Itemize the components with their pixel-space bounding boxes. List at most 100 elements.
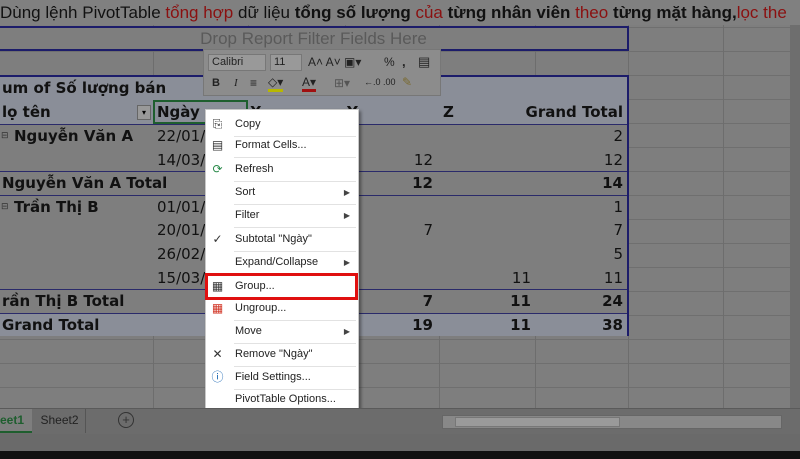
menu-item-label: Remove "Ngày" — [235, 348, 313, 360]
mini-format-toolbar: Calibri 11 A˄ A˅ ▣▾ % , ▤ B I ≡ ◇▾ A▾ ⊞▾… — [203, 49, 441, 96]
grand-total-cell[interactable]: 1 — [613, 196, 623, 219]
menu-item-label: Copy — [235, 118, 261, 130]
menu-item-field-settings[interactable]: ⓘ Field Settings... — [206, 366, 358, 389]
value-cell-y[interactable]: 19 — [412, 314, 433, 337]
format-painter-icon[interactable]: ✎ — [402, 75, 412, 89]
menu-item-copy[interactable]: ⎘ Copy — [206, 113, 358, 136]
fill-color-icon[interactable]: ◇▾ — [268, 75, 284, 92]
menu-item-label: Subtotal "Ngày" — [235, 233, 312, 245]
font-color-icon[interactable]: A▾ — [302, 75, 317, 92]
field-settings-icon: ⓘ — [211, 370, 224, 384]
menu-item-sort[interactable]: Sort ▶ — [206, 181, 358, 204]
date-cell[interactable]: 22/01/ — [157, 125, 205, 148]
sheet-tab-sheet2[interactable]: Sheet2 — [34, 409, 86, 433]
pivot-value-label: um of Số lượng bán — [2, 79, 167, 97]
borders-icon[interactable]: ⊞▾ — [334, 76, 350, 90]
submenu-arrow-icon: ▶ — [343, 258, 350, 267]
title-part: dữ liệu — [233, 3, 295, 22]
decimal-icon[interactable]: ←.0 .00 — [364, 77, 396, 87]
menu-item-move[interactable]: Move ▶ — [206, 320, 358, 343]
menu-item-remove-ng-y[interactable]: ✕ Remove "Ngày" — [206, 343, 358, 366]
grand-total-cell[interactable]: 12 — [604, 149, 623, 172]
group-highlight-box — [205, 273, 358, 300]
grand-total-cell[interactable]: 7 — [613, 219, 623, 242]
row-label[interactable]: Trần Thị B — [14, 196, 99, 219]
vertical-scrollbar[interactable] — [790, 25, 800, 408]
format-table-icon[interactable]: ▤ — [418, 54, 430, 70]
title-part: lọc the — [736, 3, 787, 22]
menu-item-subtotal-ng-y[interactable]: ✓ Subtotal "Ngày" — [206, 228, 358, 251]
col-header-grand-total: Grand Total — [525, 103, 623, 121]
row-label[interactable]: Nguyễn Văn A Total — [2, 172, 167, 195]
menu-item-label: Filter — [235, 209, 260, 221]
sheet-tab-bar: eet1 Sheet2 + — [0, 408, 800, 434]
percent-button[interactable]: % — [384, 55, 395, 69]
date-cell[interactable]: 01/01/ — [157, 196, 205, 219]
collapse-icon[interactable]: ⊟ — [1, 125, 9, 148]
grand-total-cell[interactable]: 24 — [602, 290, 623, 313]
title-part: từng nhân viên — [447, 3, 571, 22]
row-label[interactable]: Grand Total — [2, 314, 99, 337]
grand-total-cell[interactable]: 38 — [602, 314, 623, 337]
menu-item-label: Refresh — [235, 163, 274, 175]
copy-icon: ⎘ — [212, 117, 223, 131]
date-cell[interactable]: 15/03/ — [157, 267, 205, 290]
font-size-select[interactable]: 11 — [270, 54, 302, 71]
font-name-select[interactable]: Calibri — [208, 54, 266, 71]
grand-total-cell[interactable]: 14 — [602, 172, 623, 195]
value-cell-y[interactable]: 7 — [423, 219, 433, 242]
menu-item-expand-collapse[interactable]: Expand/Collapse ▶ — [206, 251, 358, 274]
title-part: tổng hợp — [165, 3, 234, 22]
menu-item-label: Field Settings... — [235, 371, 311, 383]
row-label[interactable]: rần Thị B Total — [2, 290, 124, 313]
menu-item-label: Format Cells... — [235, 139, 307, 151]
grand-total-cell[interactable]: 5 — [613, 243, 623, 266]
menu-item-label: Sort — [235, 186, 256, 198]
horizontal-scrollbar[interactable] — [442, 415, 782, 429]
value-cell-y[interactable]: 12 — [412, 172, 433, 195]
collapse-icon[interactable]: ⊟ — [1, 196, 9, 219]
menu-item-filter[interactable]: Filter ▶ — [206, 204, 358, 227]
grand-total-cell[interactable]: 11 — [604, 267, 623, 290]
font-grow-shrink-icon[interactable]: A˄ A˅ ▣▾ — [308, 55, 361, 69]
bold-button[interactable]: B — [212, 77, 220, 89]
add-sheet-icon[interactable]: + — [118, 412, 134, 428]
filter-dropdown-icon[interactable]: ▾ — [137, 105, 151, 120]
submenu-arrow-icon: ▶ — [343, 327, 350, 336]
menu-item-label: Move — [235, 325, 262, 337]
remove-icon: ✕ — [212, 347, 223, 361]
submenu-arrow-icon: ▶ — [343, 188, 350, 197]
align-center-icon[interactable]: ≡ — [250, 76, 257, 90]
submenu-arrow-icon: ▶ — [343, 211, 350, 220]
sheet-tab-sheet1[interactable]: eet1 — [0, 409, 32, 433]
format-cells-icon: ▤ — [211, 138, 224, 152]
menu-item-format-cells[interactable]: ▤ Format Cells... — [206, 134, 358, 157]
taskbar — [0, 451, 800, 459]
title-part: từng mặt hàng, — [612, 3, 737, 22]
instruction-title: Dùng lệnh PivotTable tổng hợp dữ liệu tổ… — [0, 0, 800, 25]
date-cell[interactable]: 20/01/ — [157, 219, 205, 242]
scrollbar-thumb[interactable] — [455, 417, 620, 427]
date-field-header[interactable]: Ngày — [157, 101, 200, 124]
report-filter-drop-zone[interactable]: Drop Report Filter Fields Here — [0, 26, 629, 51]
title-part: của — [410, 3, 448, 22]
italic-button[interactable]: I — [234, 77, 238, 89]
value-cell-z[interactable]: 11 — [510, 314, 531, 337]
context-menu: ⎘ Copy ▤ Format Cells... ⟳ Refresh Sort ▶ Filter… — [205, 109, 359, 435]
value-cell-z[interactable]: 11 — [512, 267, 531, 290]
row-field-header[interactable]: lọ tên — [2, 101, 51, 124]
menu-item-refresh[interactable]: ⟳ Refresh — [206, 158, 358, 181]
grand-total-cell[interactable]: 2 — [613, 125, 623, 148]
date-cell[interactable]: 26/02/ — [157, 243, 205, 266]
checkmark-icon: ✓ — [212, 232, 223, 246]
date-cell[interactable]: 14/03/ — [157, 149, 205, 172]
menu-item-label: Expand/Collapse — [235, 256, 319, 268]
value-cell-y[interactable]: 12 — [414, 149, 433, 172]
title-part: Dùng lệnh PivotTable — [0, 3, 166, 22]
value-cell-z[interactable]: 11 — [510, 290, 531, 313]
menu-item-ungroup[interactable]: ▦ Ungroup... — [206, 297, 358, 320]
row-label[interactable]: Nguyễn Văn A — [14, 125, 133, 148]
status-bar — [0, 434, 800, 451]
value-cell-y[interactable]: 7 — [423, 290, 433, 313]
comma-button[interactable]: , — [402, 54, 406, 69]
